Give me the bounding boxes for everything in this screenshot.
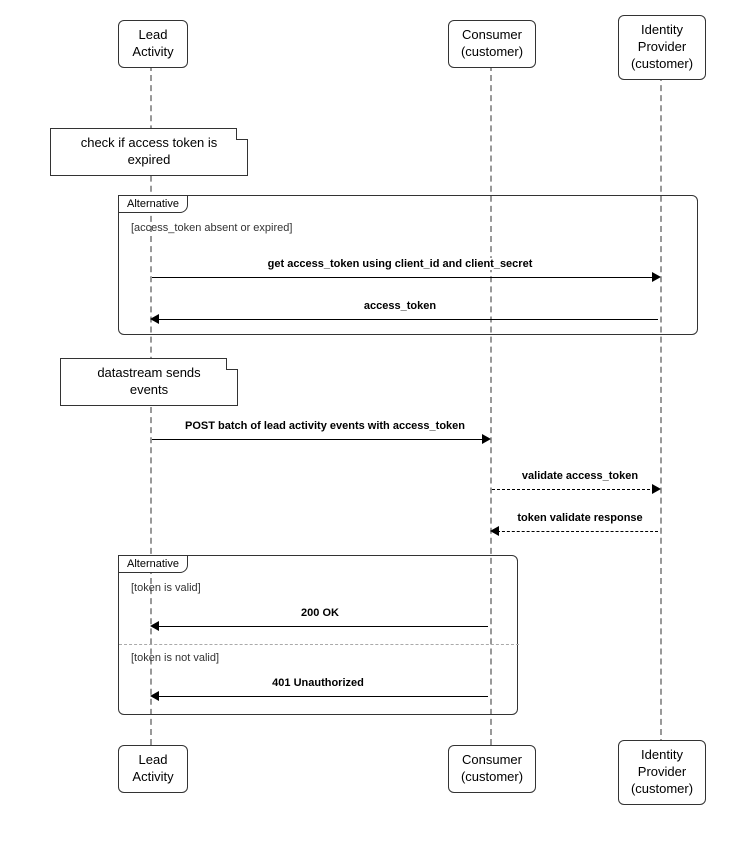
participant-label: LeadActivity [132, 752, 173, 784]
arrow-line-dashed [497, 531, 658, 532]
alt-box-token-valid: Alternative [token is valid] [token is n… [118, 555, 518, 715]
arrow-line [157, 626, 488, 627]
message-get-access-token: get access_token using client_id and cli… [230, 258, 570, 270]
arrow-left-icon [150, 314, 159, 324]
arrow-right-icon [482, 434, 491, 444]
alt-condition-valid: [token is valid] [131, 582, 201, 594]
participant-label: Consumer(customer) [461, 752, 523, 784]
arrow-line [152, 439, 485, 440]
note-text: check if access token isexpired [81, 135, 218, 167]
arrow-right-icon [652, 484, 661, 494]
arrow-line-dashed [492, 489, 655, 490]
participant-label: IdentityProvider(customer) [631, 747, 693, 796]
participant-label: IdentityProvider(customer) [631, 22, 693, 71]
message-access-token: access_token [330, 300, 470, 312]
message-token-validate-response: token validate response [505, 512, 655, 524]
message-401-unauthorized: 401 Unauthorized [258, 677, 378, 689]
note-fold-icon [236, 128, 248, 140]
participant-identity-provider-top: IdentityProvider(customer) [618, 15, 706, 80]
alt-tab-label: Alternative [118, 555, 188, 573]
note-text: datastream sendsevents [97, 365, 200, 397]
participant-lead-activity-bottom: LeadActivity [118, 745, 188, 793]
note-fold-icon [226, 358, 238, 370]
alt-condition: [access_token absent or expired] [131, 222, 292, 234]
note-datastream-sends: datastream sendsevents [60, 358, 238, 406]
alt-tab-label: Alternative [118, 195, 188, 213]
arrow-line [157, 319, 658, 320]
arrow-line [152, 277, 655, 278]
participant-consumer-bottom: Consumer(customer) [448, 745, 536, 793]
participant-label: Consumer(customer) [461, 27, 523, 59]
message-200-ok: 200 OK [280, 607, 360, 619]
alt-divider [119, 644, 519, 645]
note-check-token-expired: check if access token isexpired [50, 128, 248, 176]
participant-lead-activity-top: LeadActivity [118, 20, 188, 68]
arrow-right-icon [652, 272, 661, 282]
message-validate-token: validate access_token [510, 470, 650, 482]
arrow-left-icon [150, 691, 159, 701]
alt-condition-invalid: [token is not valid] [131, 652, 219, 664]
participant-label: LeadActivity [132, 27, 173, 59]
participant-consumer-top: Consumer(customer) [448, 20, 536, 68]
arrow-left-icon [150, 621, 159, 631]
message-post-batch: POST batch of lead activity events with … [160, 420, 490, 432]
participant-identity-provider-bottom: IdentityProvider(customer) [618, 740, 706, 805]
arrow-left-icon [490, 526, 499, 536]
arrow-line [157, 696, 488, 697]
lifeline-identity-provider [660, 65, 662, 745]
